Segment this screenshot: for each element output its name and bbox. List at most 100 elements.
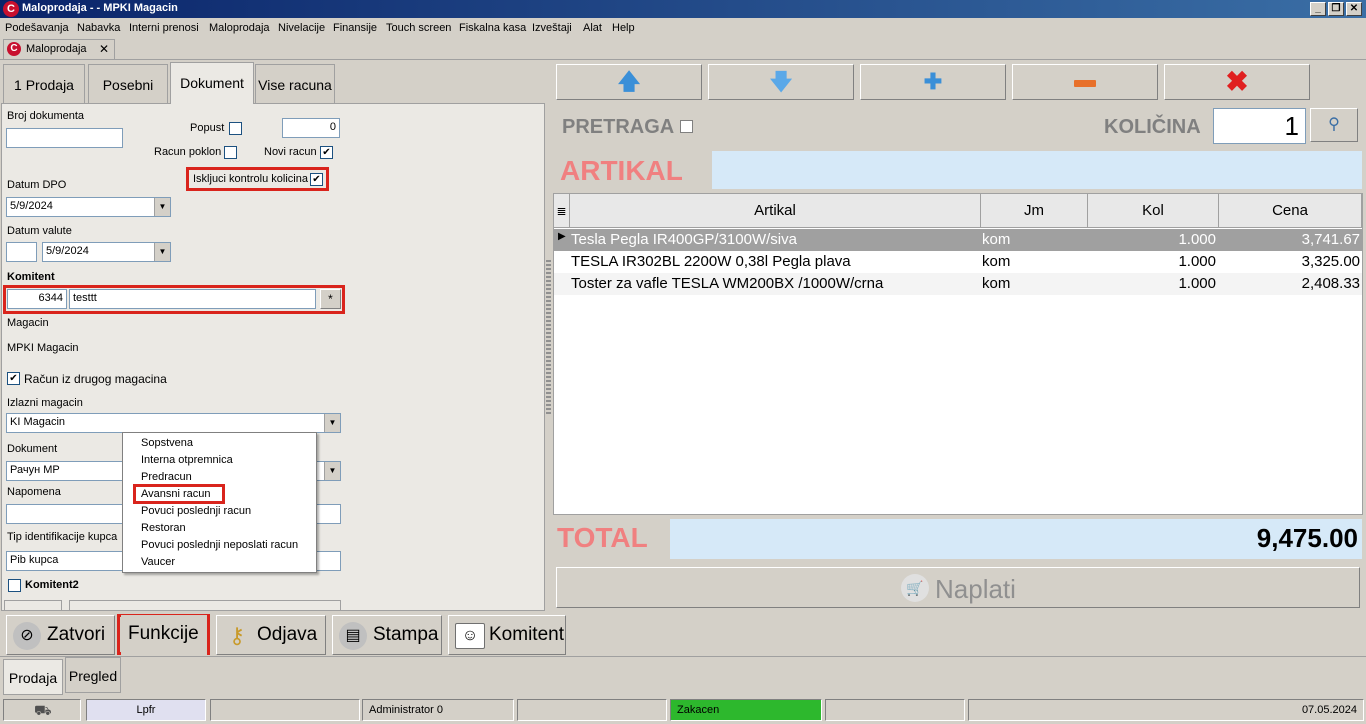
column-header-cena[interactable]: Cena [1219,194,1362,228]
chevron-down-icon[interactable]: ▼ [154,198,170,216]
menu-interni-prenosi[interactable]: Interni prenosi [129,22,199,34]
menu-item-restoran[interactable]: Restoran [141,522,186,534]
menu-item-vaucer[interactable]: Vaucer [141,556,175,568]
komitent-id-input[interactable]: 6344 [7,289,67,309]
column-header-kol[interactable]: Kol [1088,194,1219,228]
remove-button[interactable] [1012,64,1158,100]
minus-icon [1074,79,1096,87]
column-header-artikal[interactable]: Artikal [570,194,981,228]
funkcije-button[interactable]: Funkcije [121,615,207,655]
menu-podesavanja[interactable]: Podešavanja [5,22,69,34]
racun-poklon-label: Racun poklon [154,146,222,158]
tab-1-prodaja[interactable]: 1 Prodaja [3,64,85,104]
magacin-label: Magacin [7,317,49,329]
artikal-input[interactable] [712,151,1362,189]
delete-button[interactable]: ✖ [1164,64,1310,100]
network-icon: ⛟ [34,702,52,718]
kolicina-input[interactable]: 1 [1213,108,1306,144]
izlazni-magacin-label: Izlazni magacin [7,397,83,409]
komitent2-checkbox[interactable] [8,579,21,592]
menu-fiskalna-kasa[interactable]: Fiskalna kasa [459,22,526,34]
status-connection: ⛟ [3,699,81,721]
cart-icon: 🛒 [901,574,929,602]
chevron-down-icon[interactable]: ▼ [324,414,340,432]
status-empty-2 [517,699,667,721]
datum-valute-days-input[interactable] [6,242,37,262]
menu-nivelacije[interactable]: Nivelacije [278,22,325,34]
menu-item-povuci-poslednji[interactable]: Povuci poslednji racun [141,505,251,517]
minimize-icon[interactable]: _ [1310,2,1326,16]
items-grid: ≣ Artikal Jm Kol Cena ▶ Tesla Pegla IR40… [553,193,1363,515]
document-tab-maloprodaja[interactable]: C Maloprodaja ✕ [3,39,115,59]
restore-icon[interactable]: ❐ [1328,2,1344,16]
menu-item-interna-otpremnica[interactable]: Interna otpremnica [141,454,233,466]
datum-dpo-picker[interactable]: 5/9/2024 ▼ [6,197,171,217]
popust-input[interactable]: 0 [282,118,340,138]
menu-touch-screen[interactable]: Touch screen [386,22,451,34]
naplati-button[interactable]: 🛒 Naplati [556,567,1360,608]
menu-maloprodaja[interactable]: Maloprodaja [209,22,270,34]
menu-help[interactable]: Help [612,22,635,34]
cell-kol: 1.000 [1178,231,1216,248]
tab-vise-racuna[interactable]: Vise racuna [255,64,335,104]
artikal-label: ARTIKAL [560,155,683,186]
splitter-handle[interactable] [546,260,551,415]
iskljuci-kontrolu-checkbox[interactable]: ✔ [310,173,323,186]
cell-cena: 3,325.00 [1301,253,1360,270]
menu-item-povuci-neposlati[interactable]: Povuci poslednji neposlati racun [141,539,298,551]
arrow-up-icon: 🡅 [617,69,641,94]
column-header-jm[interactable]: Jm [981,194,1088,228]
menu-alat[interactable]: Alat [583,22,602,34]
status-lpfr: Lpfr [86,699,206,721]
menu-item-predracun[interactable]: Predracun [141,471,192,483]
move-up-button[interactable]: 🡅 [556,64,702,100]
komitent2-label: Komitent2 [25,579,79,591]
close-window-icon[interactable]: ✕ [1346,2,1362,16]
tab-posebni[interactable]: Posebni [88,64,168,104]
komitent-button[interactable]: ☺ Komitent [448,615,566,655]
menu-item-avansni-racun[interactable]: Avansni racun [141,488,211,500]
app-logo-icon: C [3,1,19,17]
table-row[interactable]: TESLA IR302BL 2200W 0,38l Pegla plava ko… [554,251,1362,273]
stampa-button[interactable]: ▤ Stampa [332,615,442,655]
cell-kol: 1.000 [1178,253,1216,270]
komitent2-id-input[interactable] [4,600,62,610]
datum-valute-picker[interactable]: 5/9/2024 ▼ [42,242,171,262]
datum-dpo-value: 5/9/2024 [10,200,53,212]
novi-racun-label: Novi racun [264,146,317,158]
table-row[interactable]: ▶ Tesla Pegla IR400GP/3100W/siva kom 1.0… [554,229,1362,251]
menu-izvestaji[interactable]: Izveštaji [532,22,572,34]
chevron-down-icon[interactable]: ▼ [324,462,340,480]
status-empty-3 [825,699,965,721]
odjava-button[interactable]: ⚷ Odjava [216,615,326,655]
chevron-down-icon[interactable]: ▼ [154,243,170,261]
racun-iz-drugog-checkbox[interactable]: ✔ [7,372,20,385]
cell-cena: 3,741.67 [1301,231,1360,248]
divider [0,59,1366,60]
komitent2-name-input[interactable] [69,600,341,610]
broj-dokumenta-input[interactable] [6,128,123,148]
komitent-name-input[interactable]: testtt [69,289,316,309]
tab-prodaja[interactable]: Prodaja [3,659,63,695]
pretraga-checkbox[interactable] [680,120,693,133]
izlazni-magacin-select[interactable]: KI Magacin ▼ [6,413,341,433]
move-down-button[interactable]: 🡇 [708,64,854,100]
cell-kol: 1.000 [1178,275,1216,292]
table-row[interactable]: Toster za vafle TESLA WM200BX /1000W/crn… [554,273,1362,295]
menu-item-sopstvena[interactable]: Sopstvena [141,437,193,449]
menu-nabavka[interactable]: Nabavka [77,22,120,34]
add-button[interactable]: ✚ [860,64,1006,100]
grid-menu-icon[interactable]: ≣ [554,194,570,228]
tab-pregled[interactable]: Pregled [65,657,121,693]
tab-dokument[interactable]: Dokument [170,62,254,104]
komitent-lookup-button[interactable]: * [320,289,341,309]
odjava-label: Odjava [257,624,318,645]
novi-racun-checkbox[interactable]: ✔ [320,146,333,159]
zatvori-button[interactable]: ⊘ Zatvori [6,615,115,655]
popust-checkbox[interactable] [229,122,242,135]
search-button[interactable]: ⚲ [1310,108,1358,142]
menu-finansije[interactable]: Finansije [333,22,377,34]
close-tab-icon[interactable]: ✕ [99,42,109,56]
racun-poklon-checkbox[interactable] [224,146,237,159]
status-date: 07.05.2024 [968,699,1364,721]
